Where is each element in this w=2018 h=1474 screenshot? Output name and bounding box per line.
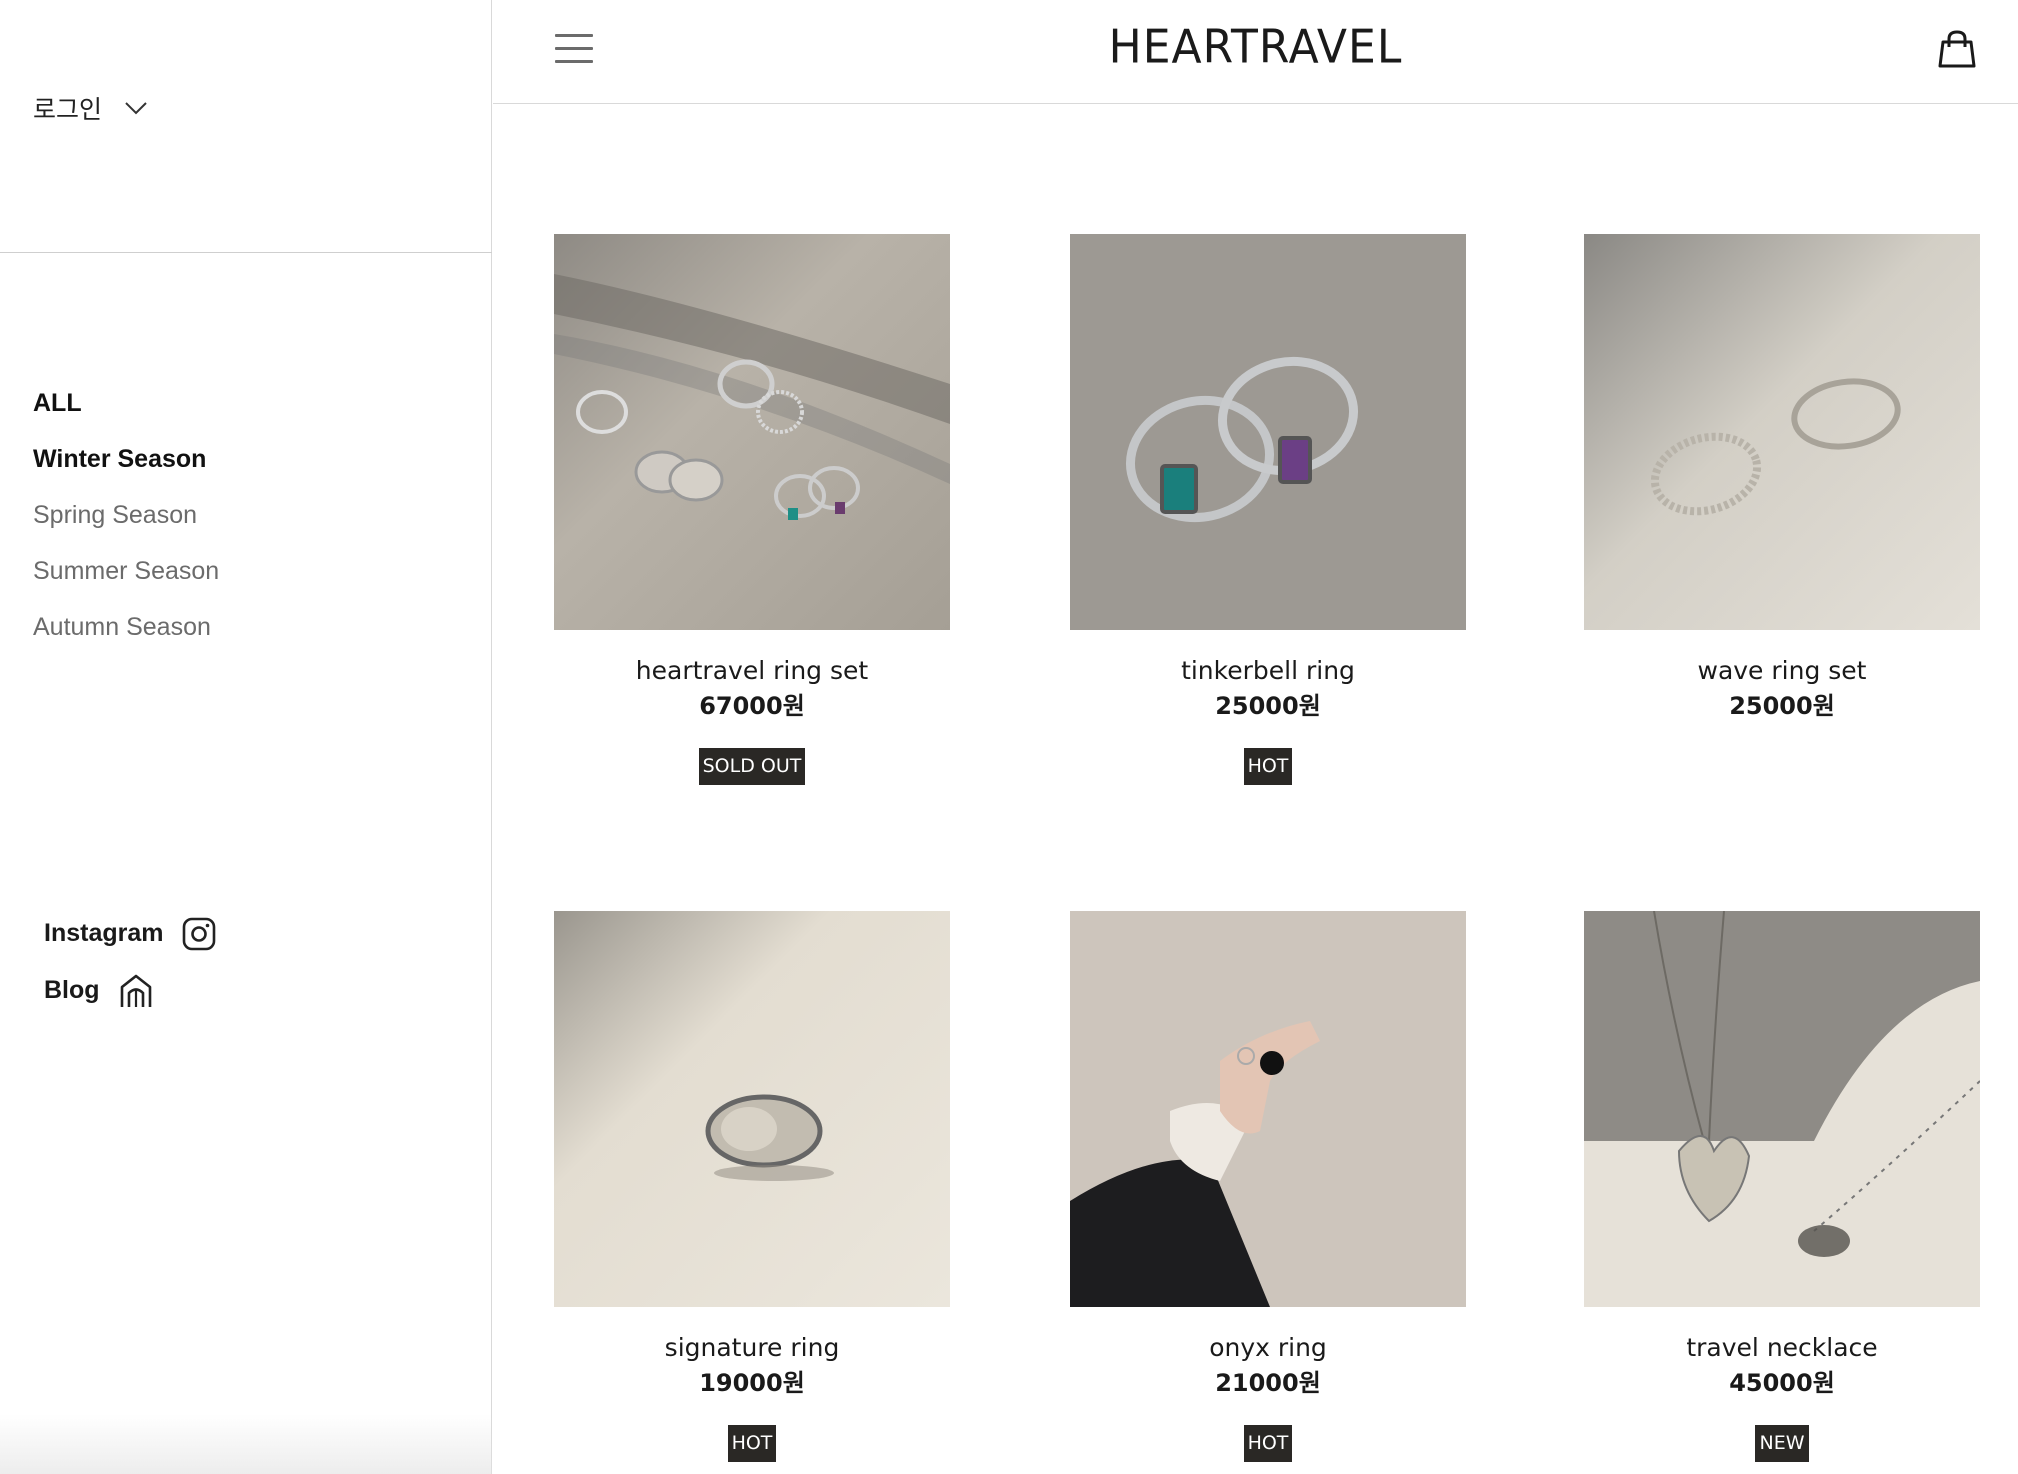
product-price: 45000원 xyxy=(1729,1369,1835,1397)
product-card[interactable]: travel necklace 45000원 NEW xyxy=(1584,911,1980,1462)
category-summer-season[interactable]: Summer Season xyxy=(33,543,219,599)
product-price: 25000원 xyxy=(1215,692,1321,720)
product-name[interactable]: signature ring xyxy=(554,1331,950,1365)
product-image[interactable] xyxy=(554,234,950,630)
category-autumn-season[interactable]: Autumn Season xyxy=(33,599,219,655)
product-name[interactable]: heartravel ring set xyxy=(554,654,950,688)
instagram-icon xyxy=(183,917,216,950)
category-all[interactable]: ALL xyxy=(33,375,219,431)
product-image[interactable] xyxy=(1070,234,1466,630)
blog-link[interactable]: Blog xyxy=(44,962,217,1019)
product-price: 19000원 xyxy=(699,1369,805,1397)
product-price: 67000원 xyxy=(699,692,805,720)
product-name[interactable]: wave ring set xyxy=(1584,654,1980,688)
status-badge: SOLD OUT xyxy=(698,748,806,785)
chevron-down-icon xyxy=(125,102,147,115)
product-card[interactable]: heartravel ring set 67000원 SOLD OUT xyxy=(554,234,950,785)
bottom-fade xyxy=(0,1414,492,1474)
product-card[interactable]: signature ring 19000원 HOT xyxy=(554,911,950,1462)
category-nav: ALL Winter Season Spring Season Summer S… xyxy=(33,375,219,655)
site-logo[interactable]: HEARTRAVEL xyxy=(493,21,2018,75)
product-card[interactable]: tinkerbell ring 25000원 HOT xyxy=(1070,234,1466,785)
product-name[interactable]: onyx ring xyxy=(1070,1331,1466,1365)
product-image[interactable] xyxy=(1584,911,1980,1307)
blog-label: Blog xyxy=(44,976,100,1004)
status-badge: HOT xyxy=(727,1425,777,1462)
status-badge: HOT xyxy=(1243,1425,1293,1462)
product-image[interactable] xyxy=(1584,234,1980,630)
product-image[interactable] xyxy=(554,911,950,1307)
category-winter-season[interactable]: Winter Season xyxy=(33,431,219,487)
sidebar-divider xyxy=(0,252,492,253)
product-price: 25000원 xyxy=(1729,692,1835,720)
product-image[interactable] xyxy=(1070,911,1466,1307)
product-name[interactable]: travel necklace xyxy=(1584,1331,1980,1365)
social-links: Instagram Blog xyxy=(44,905,217,1019)
login-dropdown[interactable]: 로그인 xyxy=(33,90,148,126)
category-spring-season[interactable]: Spring Season xyxy=(33,487,219,543)
top-header: HEARTRAVEL xyxy=(493,0,2018,104)
instagram-label: Instagram xyxy=(44,919,164,947)
shopping-bag-icon[interactable] xyxy=(1936,28,1978,70)
sidebar: 로그인 ALL Winter Season Spring Season Summ… xyxy=(0,0,492,1474)
product-price: 21000원 xyxy=(1215,1369,1321,1397)
login-label: 로그인 xyxy=(33,95,103,124)
product-card[interactable]: wave ring set 25000원 xyxy=(1584,234,1980,724)
instagram-link[interactable]: Instagram xyxy=(44,905,217,962)
status-badge: NEW xyxy=(1755,1425,1809,1462)
blog-house-icon xyxy=(120,974,151,1007)
product-card[interactable]: onyx ring 21000원 HOT xyxy=(1070,911,1466,1462)
status-badge: HOT xyxy=(1243,748,1293,785)
product-name[interactable]: tinkerbell ring xyxy=(1070,654,1466,688)
